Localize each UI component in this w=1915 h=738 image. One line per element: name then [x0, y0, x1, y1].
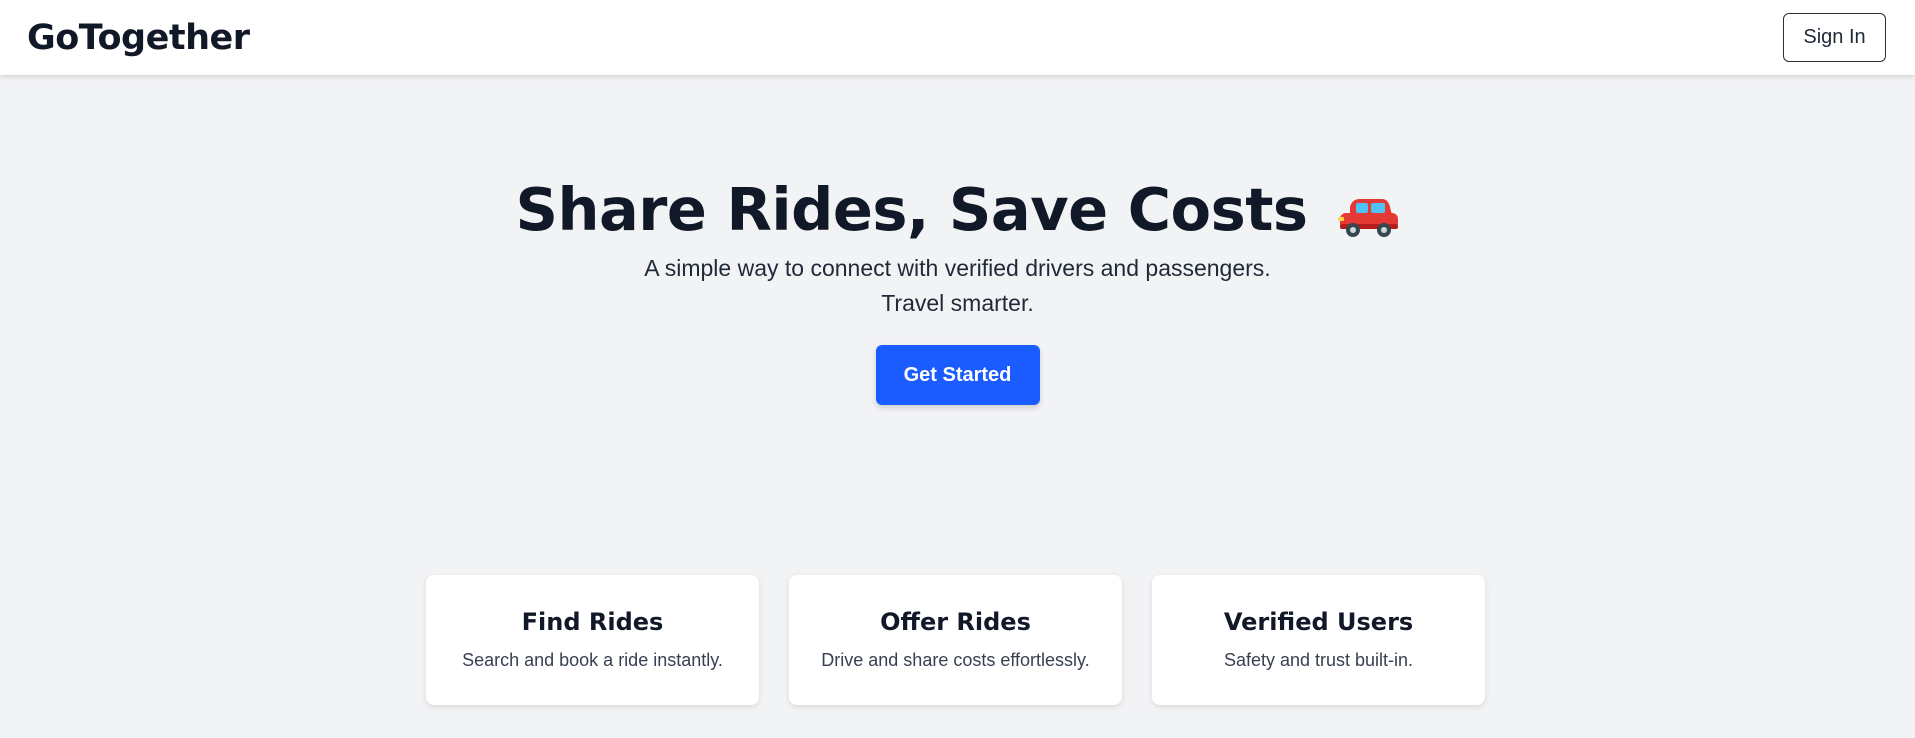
- feature-card-offer-rides: Offer Rides Drive and share costs effort…: [789, 575, 1122, 705]
- feature-title: Verified Users: [1223, 608, 1414, 636]
- get-started-button[interactable]: Get Started: [875, 345, 1040, 405]
- feature-title: Find Rides: [521, 608, 664, 636]
- brand-logo[interactable]: GoTogether: [27, 18, 250, 58]
- feature-description: Safety and trust built-in.: [1223, 650, 1414, 670]
- feature-title: Offer Rides: [880, 608, 1031, 636]
- hero-subtitle-line2: Travel smarter.: [881, 290, 1034, 316]
- hero-title: Share Rides, Save Costs: [515, 175, 1399, 245]
- features-section: Find Rides Search and book a ride instan…: [426, 575, 1485, 705]
- sign-in-button[interactable]: Sign In: [1783, 13, 1886, 62]
- car-icon: [1336, 186, 1400, 237]
- hero-title-text: Share Rides, Save Costs: [515, 175, 1308, 244]
- feature-description: Drive and share costs effortlessly.: [821, 650, 1090, 670]
- feature-description: Search and book a ride instantly.: [462, 650, 723, 670]
- top-navbar: GoTogether Sign In: [0, 0, 1915, 75]
- hero-subtitle-line1: A simple way to connect with verified dr…: [644, 255, 1271, 281]
- feature-card-find-rides: Find Rides Search and book a ride instan…: [426, 575, 759, 705]
- hero-subtitle: A simple way to connect with verified dr…: [0, 251, 1915, 321]
- feature-card-verified-users: Verified Users Safety and trust built-in…: [1152, 575, 1485, 705]
- hero-section: Share Rides, Save Costs A simple way to …: [0, 75, 1915, 405]
